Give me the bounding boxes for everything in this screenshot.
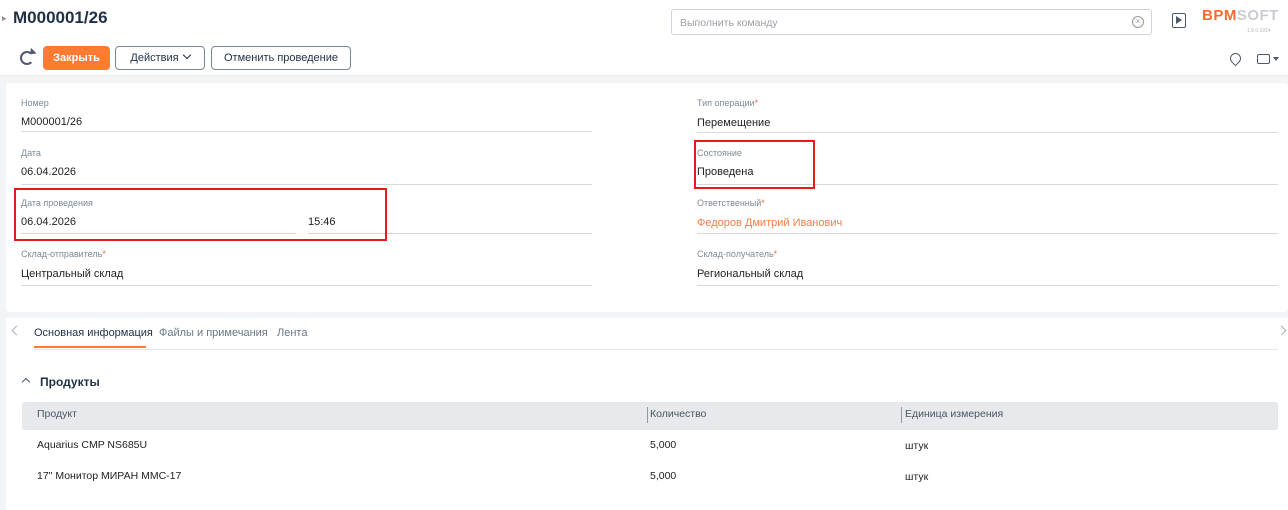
cancel-posting-button[interactable]: Отменить проведение [211,46,351,70]
table-row-qty[interactable]: 5,000 [650,470,676,482]
caret-down-icon[interactable] [1273,57,1279,61]
table-row-qty[interactable]: 5,000 [650,439,676,451]
process-run-icon[interactable] [1172,13,1186,28]
number-field[interactable]: М000001/26 [21,116,82,128]
receiver-label: Склад-получатель* [697,249,778,259]
table-row-unit[interactable]: штук [905,440,928,452]
clear-icon[interactable]: × [1132,16,1144,28]
close-button[interactable]: Закрыть [43,46,110,70]
highlight-box-posting-date [14,188,387,241]
refresh-icon[interactable] [20,51,34,65]
actions-button[interactable]: Действия [115,46,205,70]
tab-main-info[interactable]: Основная информация [34,327,153,339]
command-line[interactable]: × [671,9,1152,35]
date-label: Дата [21,148,41,158]
tag-icon[interactable] [1227,50,1244,67]
operation-type-label: Тип операции* [697,98,759,108]
logo: BPMSOFT [1202,7,1279,24]
products-title[interactable]: Продукты [40,375,100,389]
number-label: Номер [21,98,49,108]
logo-version: 1.9.0.1914 [1247,28,1271,34]
receiver-field[interactable]: Региональный склад [697,268,803,280]
expand-arrow-icon[interactable]: ▸ [2,13,10,23]
tab-feed[interactable]: Лента [277,327,307,339]
page-header: ▸ М000001/26 × BPMSOFT 1.9.0.1914 Закрыт… [0,0,1288,76]
command-input[interactable] [680,15,1120,30]
tab-files-notes[interactable]: Файлы и примечания [159,327,268,339]
date-field[interactable]: 06.04.2026 [21,166,76,178]
table-row-product[interactable]: 17" Монитор МИРАН ММС-17 [37,470,181,482]
column-header-quantity[interactable]: Количество [650,408,706,420]
active-tab-indicator [34,346,146,348]
responsible-label: Ответственный* [697,198,765,208]
table-row-product[interactable]: Aquarius CMP NS685U [37,439,147,451]
highlight-box-state [694,140,815,189]
table-row-unit[interactable]: штук [905,471,928,483]
operation-type-field[interactable]: Перемещение [697,117,770,129]
sender-label: Склад-отправитель* [21,249,106,259]
column-header-product[interactable]: Продукт [37,408,77,420]
column-header-unit[interactable]: Единица измерения [905,408,1003,420]
responsible-link[interactable]: Федоров Дмитрий Иванович [697,217,842,229]
view-settings-icon[interactable] [1257,54,1270,64]
sender-field[interactable]: Центральный склад [21,268,123,280]
chevron-down-icon [182,50,191,60]
page-title: М000001/26 [13,8,108,27]
